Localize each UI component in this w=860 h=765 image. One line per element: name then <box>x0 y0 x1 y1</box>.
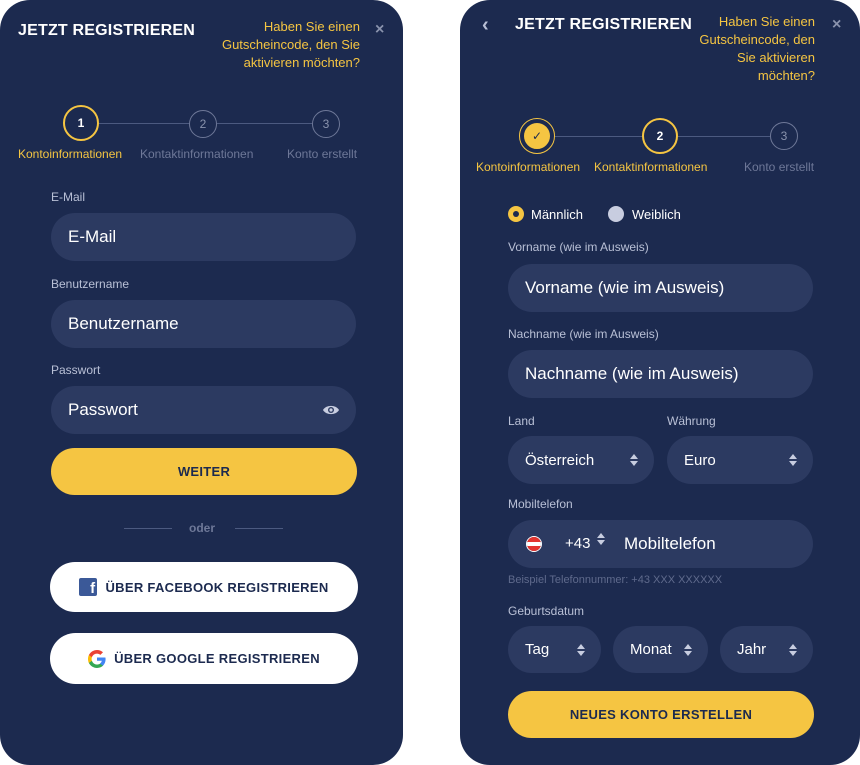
phone-hint: Beispiel Telefonnummer: +43 XXX XXXXXX <box>508 574 723 586</box>
stepper-connector <box>554 136 642 137</box>
divider-line-right <box>235 528 283 529</box>
create-account-button[interactable]: NEUES KONTO ERSTELLEN <box>508 691 814 738</box>
facebook-register-label: ÜBER FACEBOOK REGISTRIEREN <box>105 579 329 595</box>
select-arrows-icon <box>577 643 585 656</box>
day-value: Tag <box>525 641 550 658</box>
password-field[interactable]: Passwort <box>51 386 356 434</box>
austria-flag-icon <box>526 536 542 552</box>
country-value: Österreich <box>525 451 595 469</box>
year-value: Jahr <box>737 641 767 658</box>
stepper-connector <box>217 123 312 124</box>
stepper-connector <box>98 123 190 124</box>
step-2-indicator: 2 <box>642 118 678 154</box>
username-placeholder: Benutzername <box>68 314 179 333</box>
google-icon <box>88 649 106 668</box>
close-icon[interactable]: × <box>375 21 384 39</box>
currency-value: Euro <box>684 451 716 469</box>
step-3-label: Konto erstellt <box>744 160 815 174</box>
month-select[interactable]: Monat <box>613 626 708 673</box>
step-2-indicator: 2 <box>189 110 217 138</box>
year-select[interactable]: Jahr <box>720 626 813 673</box>
prefix-arrows-icon <box>597 533 605 545</box>
continue-button[interactable]: WEITER <box>51 448 357 495</box>
registration-panel-account: JETZT REGISTRIEREN Haben Sie einen Gutsc… <box>0 0 403 765</box>
back-icon[interactable]: ‹ <box>482 14 489 37</box>
google-register-label: ÜBER GOOGLE REGISTRIEREN <box>114 651 320 666</box>
email-field[interactable]: E-Mail <box>51 213 356 261</box>
password-placeholder: Passwort <box>68 400 138 419</box>
day-select[interactable]: Tag <box>508 626 601 673</box>
lastname-field[interactable]: Nachname (wie im Ausweis) <box>508 350 813 398</box>
voucher-code-link[interactable]: Haben Sie einen Gutscheincode, den Sie a… <box>690 13 815 85</box>
gender-female-label: Weiblich <box>632 207 681 222</box>
step-1-indicator: 1 <box>63 105 99 141</box>
phone-label: Mobiltelefon <box>508 497 573 511</box>
birthdate-label: Geburtsdatum <box>508 604 585 618</box>
firstname-label: Vorname (wie im Ausweis) <box>508 240 649 254</box>
step-3-label: Konto erstellt <box>287 147 358 161</box>
username-label: Benutzername <box>51 277 130 291</box>
step-2-label: Kontaktinformationen <box>140 147 254 161</box>
month-value: Monat <box>630 641 672 658</box>
close-icon[interactable]: × <box>832 16 841 34</box>
eye-icon[interactable] <box>322 403 340 417</box>
currency-select[interactable]: Euro <box>667 436 813 484</box>
facebook-register-button[interactable]: f ÜBER FACEBOOK REGISTRIEREN <box>50 562 358 612</box>
step-1-label: Kontoinformationen <box>18 147 123 161</box>
lastname-placeholder: Nachname (wie im Ausweis) <box>525 364 739 383</box>
phone-placeholder: Mobiltelefon <box>624 534 716 553</box>
firstname-placeholder: Vorname (wie im Ausweis) <box>525 278 725 297</box>
select-arrows-icon <box>789 454 797 466</box>
username-field[interactable]: Benutzername <box>51 300 356 348</box>
google-register-button[interactable]: ÜBER GOOGLE REGISTRIEREN <box>50 633 358 684</box>
facebook-icon: f <box>79 578 98 596</box>
phone-field[interactable]: +43 Mobiltelefon <box>508 520 813 568</box>
currency-label: Währung <box>667 414 716 428</box>
panel-title: JETZT REGISTRIEREN <box>515 16 692 33</box>
country-select[interactable]: Österreich <box>508 436 654 484</box>
country-label: Land <box>508 414 535 428</box>
divider-line-left <box>124 528 172 529</box>
step-2-label: Kontaktinformationen <box>594 160 708 174</box>
password-label: Passwort <box>51 363 101 377</box>
step-3-indicator: 3 <box>770 122 798 150</box>
panel-title: JETZT REGISTRIEREN <box>18 22 195 39</box>
email-placeholder: E-Mail <box>68 227 117 246</box>
gender-male-radio[interactable] <box>508 206 524 222</box>
lastname-label: Nachname (wie im Ausweis) <box>508 327 659 341</box>
step-3-indicator: 3 <box>312 110 340 138</box>
phone-prefix[interactable]: +43 <box>565 535 590 552</box>
select-arrows-icon <box>789 643 797 656</box>
stepper-connector <box>678 136 770 137</box>
step-1-label: Kontoinformationen <box>476 160 581 174</box>
select-arrows-icon <box>684 643 692 656</box>
registration-panel-contact: ‹ JETZT REGISTRIEREN Haben Sie einen Gut… <box>460 0 860 765</box>
gender-male-label: Männlich <box>531 207 584 222</box>
divider-text: oder <box>189 521 216 535</box>
voucher-code-link[interactable]: Haben Sie einen Gutscheincode, den Sie a… <box>205 18 360 72</box>
gender-female-radio[interactable] <box>608 206 624 222</box>
step-1-check-icon: ✓ <box>524 123 550 149</box>
email-label: E-Mail <box>51 190 86 204</box>
select-arrows-icon <box>630 454 638 466</box>
firstname-field[interactable]: Vorname (wie im Ausweis) <box>508 264 813 312</box>
